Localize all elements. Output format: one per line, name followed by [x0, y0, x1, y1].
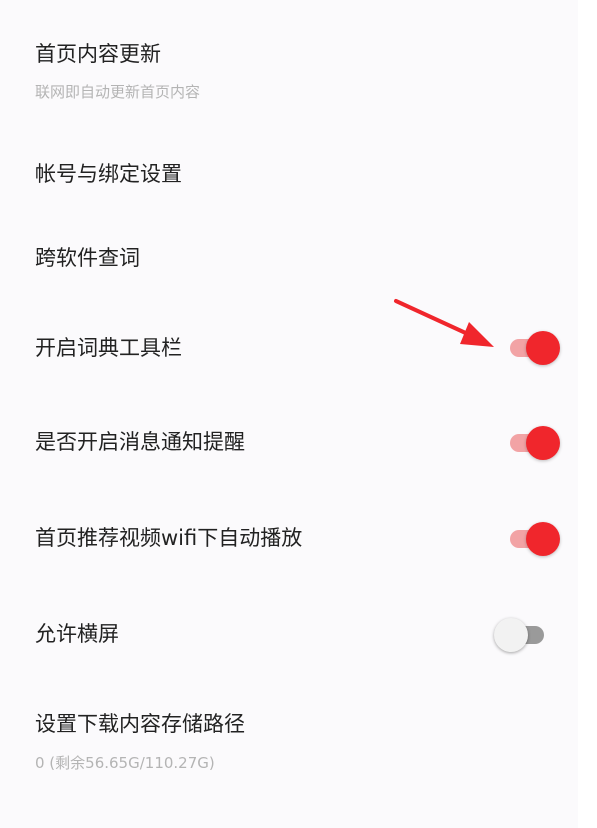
video-autoplay-toggle[interactable]: [504, 522, 560, 556]
setting-label: 开启词典工具栏: [35, 336, 182, 360]
setting-label: 首页推荐视频wifi下自动播放: [35, 526, 303, 550]
setting-allow-landscape[interactable]: 允许横屏: [0, 620, 578, 660]
setting-label: 是否开启消息通知提醒: [35, 430, 245, 454]
setting-label: 帐号与绑定设置: [35, 162, 182, 186]
setting-cross-app-lookup[interactable]: 跨软件查词: [0, 244, 578, 284]
toggle-knob: [526, 522, 560, 556]
setting-label: 跨软件查词: [35, 246, 140, 270]
setting-home-content-update[interactable]: 首页内容更新 联网即自动更新首页内容: [0, 40, 578, 110]
setting-description: 联网即自动更新首页内容: [35, 83, 201, 101]
setting-label: 允许横屏: [35, 622, 119, 646]
dictionary-toolbar-toggle[interactable]: [504, 331, 560, 365]
red-arrow-icon: [394, 299, 494, 347]
toggle-knob: [526, 331, 560, 365]
setting-label: 设置下载内容存储路径: [35, 712, 245, 736]
allow-landscape-toggle[interactable]: [494, 618, 550, 652]
toggle-knob: [526, 426, 560, 460]
setting-download-path[interactable]: 设置下载内容存储路径 0 (剩余56.65G/110.27G): [0, 710, 578, 780]
setting-video-autoplay-wifi[interactable]: 首页推荐视频wifi下自动播放: [0, 524, 578, 564]
settings-panel: 首页内容更新 联网即自动更新首页内容 帐号与绑定设置 跨软件查词 开启词典工具栏…: [0, 0, 578, 828]
setting-message-notification[interactable]: 是否开启消息通知提醒: [0, 428, 578, 468]
storage-info: 0 (剩余56.65G/110.27G): [35, 754, 215, 772]
setting-account-binding[interactable]: 帐号与绑定设置: [0, 160, 578, 200]
message-notification-toggle[interactable]: [504, 426, 560, 460]
toggle-knob: [494, 618, 528, 652]
setting-label: 首页内容更新: [35, 42, 161, 66]
